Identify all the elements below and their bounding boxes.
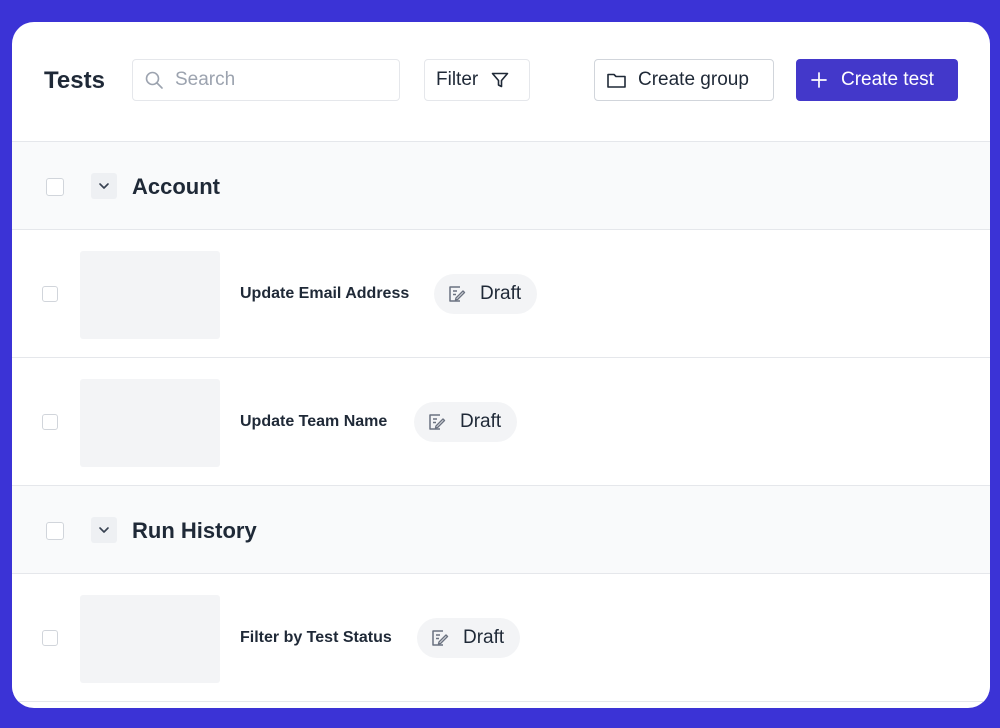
test-name[interactable]: Filter by Test Status — [240, 574, 392, 701]
folder-icon — [607, 73, 626, 88]
search-icon — [145, 71, 163, 89]
create-test-button[interactable]: Create test — [796, 59, 958, 101]
plus-icon — [811, 72, 827, 88]
test-name[interactable]: Update Team Name — [240, 358, 387, 485]
status-label: Draft — [463, 627, 505, 648]
collapse-toggle[interactable] — [91, 517, 117, 543]
status-label: Draft — [480, 283, 522, 304]
search-box[interactable] — [132, 59, 400, 101]
group-row-account[interactable]: Account — [12, 142, 990, 230]
chevron-down-icon — [99, 527, 109, 533]
test-row[interactable]: Update Team Name Draft — [12, 358, 990, 486]
draft-edit-icon — [432, 630, 449, 646]
toolbar: Tests Filter Create group — [12, 22, 990, 142]
filter-funnel-icon — [491, 72, 509, 88]
group-name: Run History — [132, 518, 257, 543]
test-thumbnail — [80, 595, 220, 683]
test-thumbnail — [80, 379, 220, 467]
page-title: Tests — [44, 67, 105, 94]
filter-button[interactable]: Filter — [424, 59, 530, 101]
test-row[interactable]: Update Email Address Draft — [12, 230, 990, 358]
test-checkbox[interactable] — [42, 286, 58, 302]
test-checkbox[interactable] — [42, 414, 58, 430]
status-label: Draft — [460, 411, 502, 432]
tests-panel: Tests Filter Create group — [12, 22, 990, 708]
draft-edit-icon — [429, 414, 446, 430]
collapse-toggle[interactable] — [91, 173, 117, 199]
create-test-label: Create test — [841, 69, 934, 90]
test-checkbox[interactable] — [42, 630, 58, 646]
draft-edit-icon — [449, 286, 466, 302]
status-badge: Draft — [417, 618, 521, 658]
group-name: Account — [132, 174, 220, 199]
group-checkbox[interactable] — [46, 522, 64, 540]
chevron-down-icon — [99, 183, 109, 189]
group-checkbox[interactable] — [46, 178, 64, 196]
status-badge: Draft — [414, 402, 518, 442]
status-badge: Draft — [434, 274, 538, 314]
test-name[interactable]: Update Email Address — [240, 230, 409, 357]
create-group-button[interactable]: Create group — [594, 59, 774, 101]
test-thumbnail — [80, 251, 220, 339]
filter-button-label: Filter — [436, 69, 479, 90]
group-row-run-history[interactable]: Run History — [12, 486, 990, 574]
search-input[interactable] — [173, 68, 387, 92]
create-group-label: Create group — [638, 69, 749, 90]
test-row[interactable]: Filter by Test Status Draft — [12, 574, 990, 702]
